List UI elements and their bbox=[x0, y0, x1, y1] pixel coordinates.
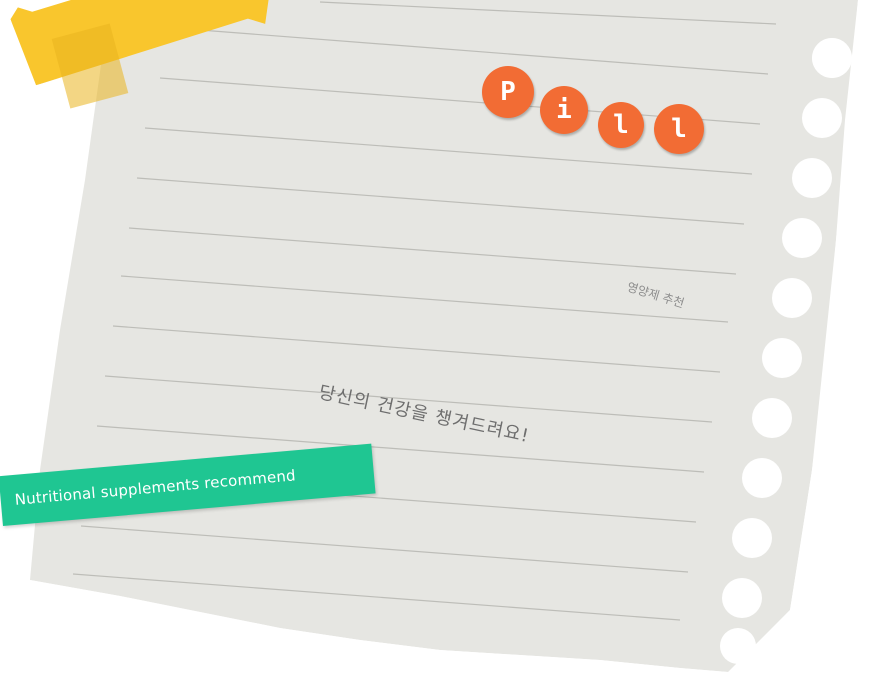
supplements-tag-label: Nutritional supplements recommend bbox=[13, 466, 297, 509]
notepaper-scene: P i l l 영양제 추천 당신의 건강을 챙겨드려요! Nutritiona… bbox=[0, 0, 878, 676]
logo-letter-l-1: l bbox=[598, 102, 644, 148]
logo-letter-i: i bbox=[540, 86, 588, 134]
torn-paper-sheet bbox=[30, 0, 878, 676]
logo-letter-l-2: l bbox=[654, 104, 704, 154]
logo-letter-p: P bbox=[482, 66, 534, 118]
